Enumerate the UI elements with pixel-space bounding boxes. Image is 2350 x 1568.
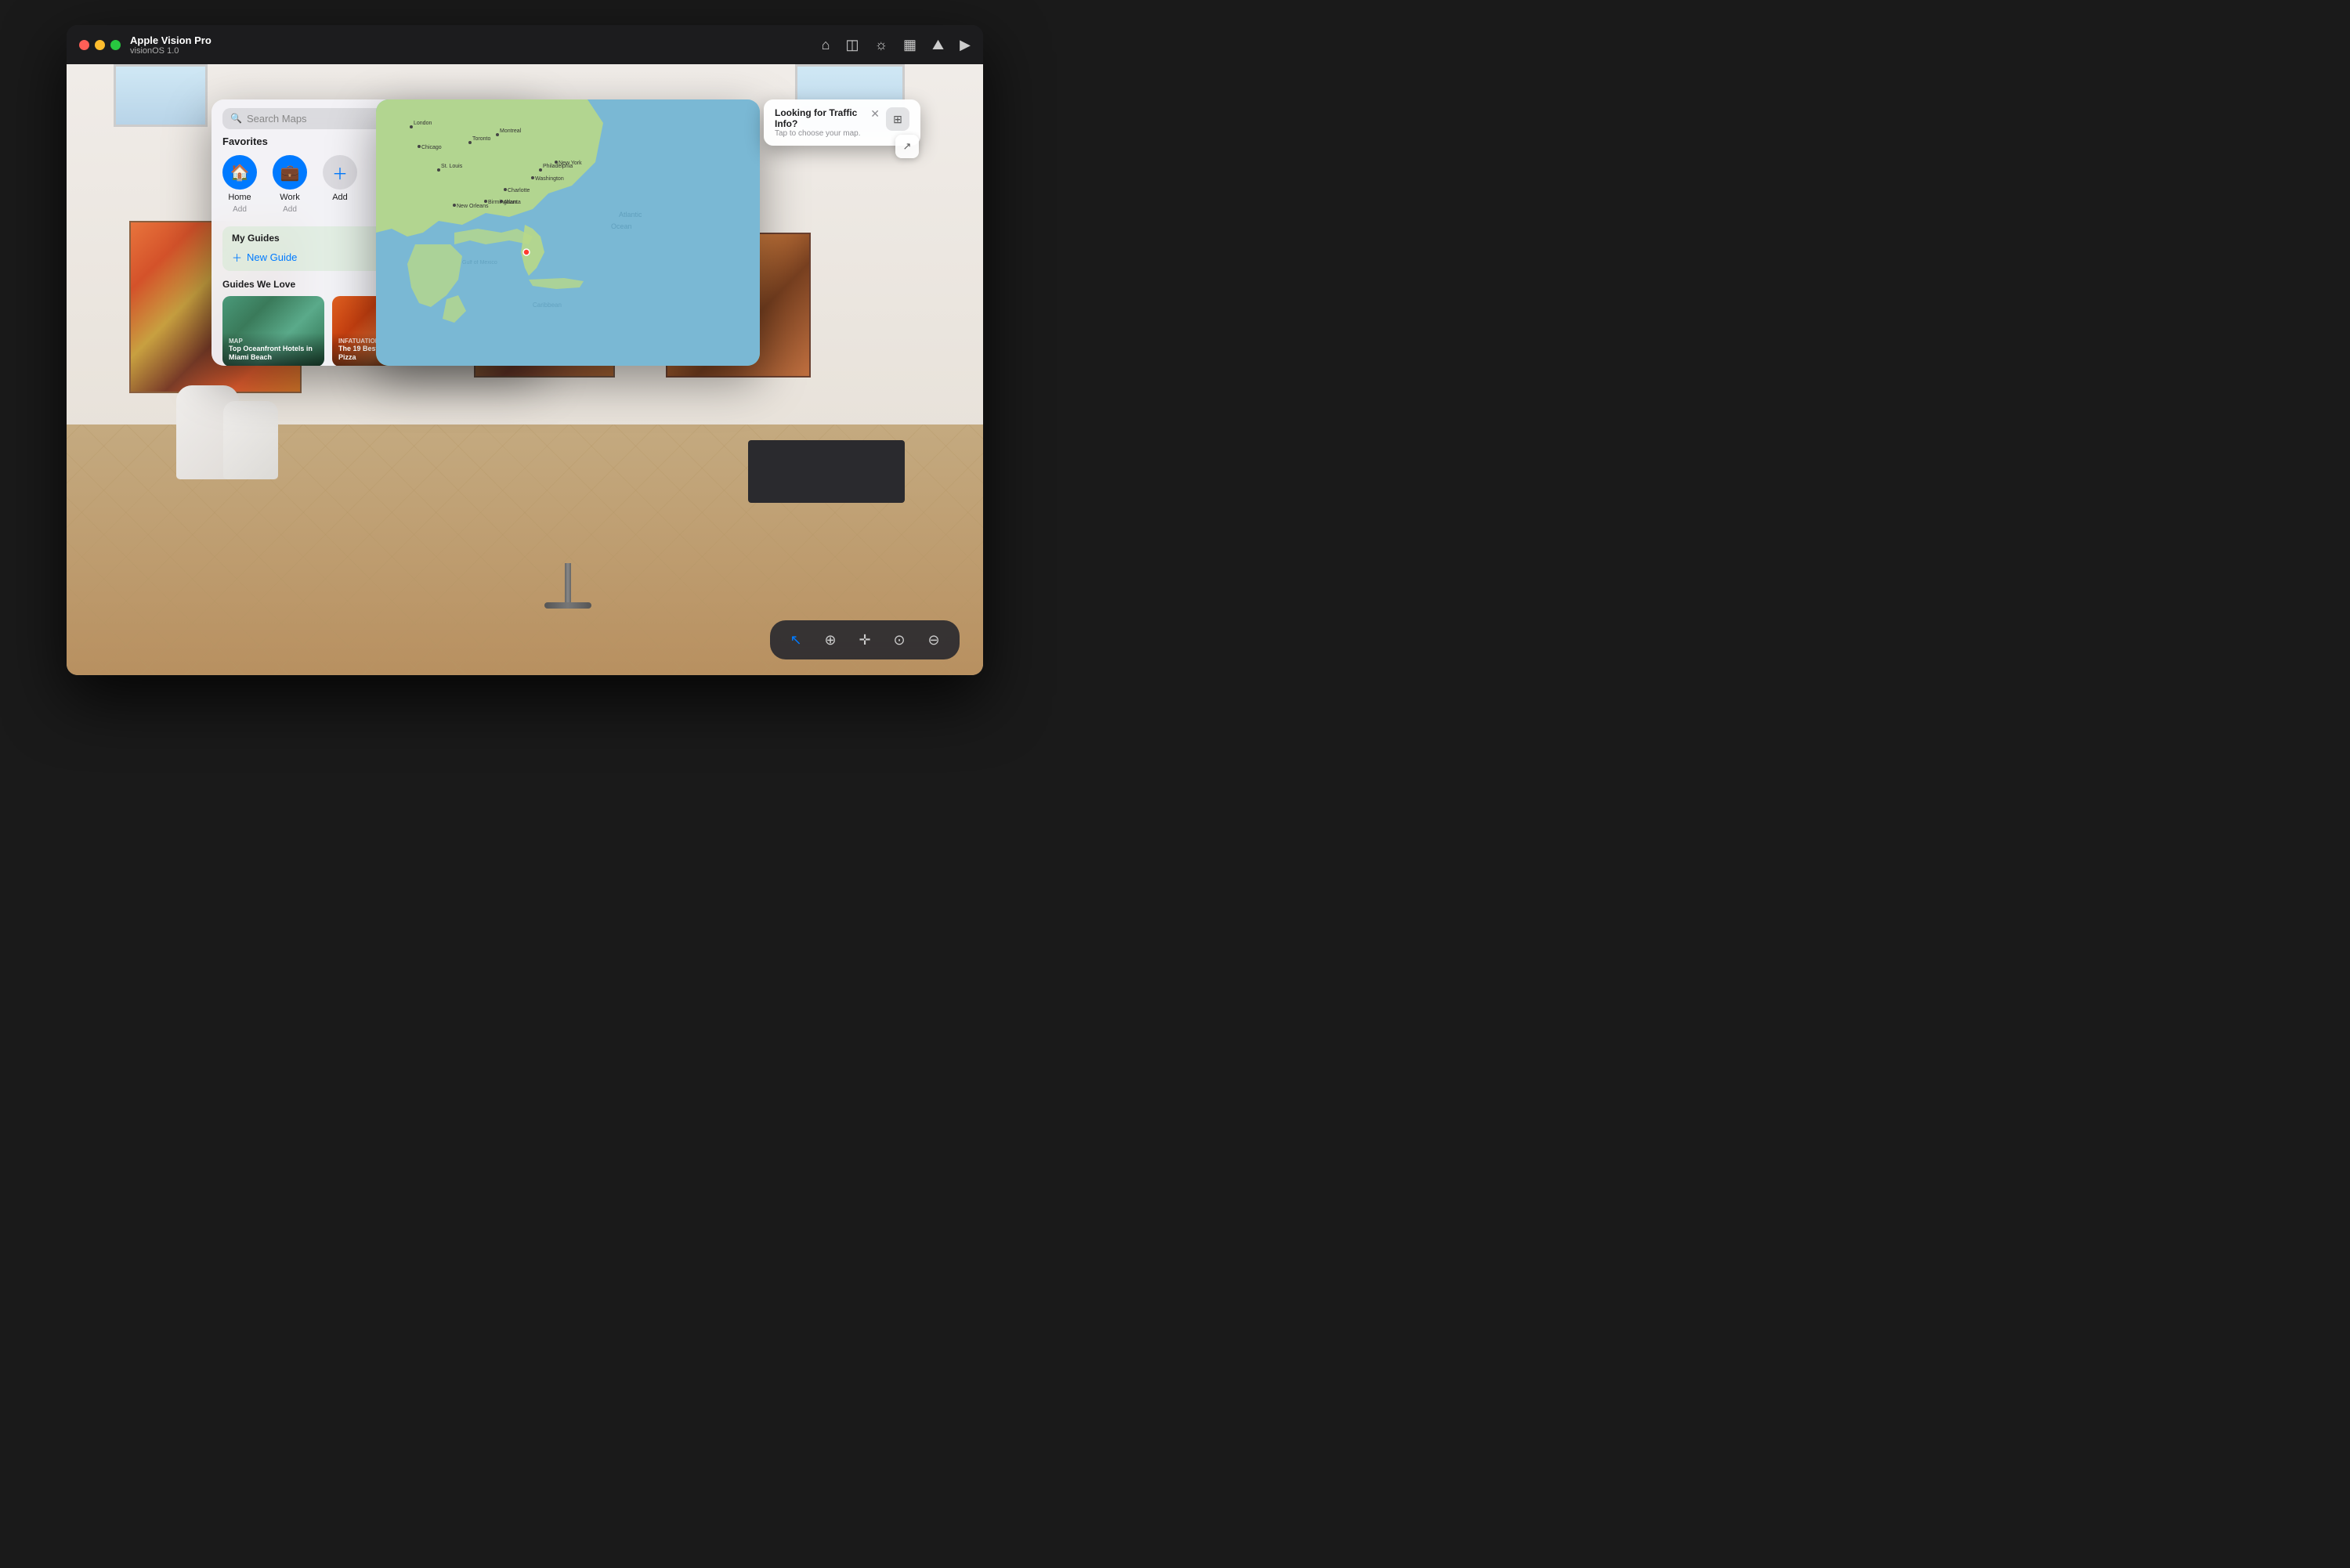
skylight-left: [114, 64, 208, 127]
grid-icon[interactable]: ▦: [903, 37, 916, 53]
app-name: Apple Vision Pro: [130, 34, 212, 46]
os-version: visionOS 1.0: [130, 46, 212, 56]
stand-pole: [565, 563, 571, 602]
map-area[interactable]: Atlantic Ocean Caribbean Gulf of Mexico …: [376, 99, 760, 366]
traffic-lights: [79, 40, 121, 50]
guide-miami-brand: MAP: [229, 338, 318, 345]
svg-text:Chicago: Chicago: [421, 145, 442, 150]
work-sublabel: Add: [283, 205, 297, 214]
svg-text:Philadelphia: Philadelphia: [543, 164, 573, 169]
map-svg: Atlantic Ocean Caribbean Gulf of Mexico …: [376, 99, 760, 366]
add-control-button[interactable]: ⊕: [817, 627, 844, 653]
traffic-subtitle: Tap to choose your map.: [775, 129, 864, 138]
svg-text:Birmingham: Birmingham: [488, 200, 518, 205]
favorite-add[interactable]: ＋ Add: [323, 155, 357, 214]
orbit-control-button[interactable]: ⊙: [886, 627, 913, 653]
home-icon-circle: 🏠: [222, 155, 257, 190]
svg-text:Ocean: Ocean: [611, 222, 632, 230]
svg-text:Atlantic: Atlantic: [619, 211, 642, 219]
favorites-title: Favorites: [222, 135, 268, 147]
favorite-home[interactable]: 🏠 Home Add: [222, 155, 257, 214]
work-icon-circle: 💼: [273, 155, 307, 190]
traffic-grid-button[interactable]: ⊞: [886, 107, 909, 131]
main-content: 🔍 Search Maps 👤 Favorites More 🏠 Home Ad…: [67, 64, 983, 675]
brightness-icon[interactable]: ☼: [875, 37, 888, 53]
favorite-work[interactable]: 💼 Work Add: [273, 155, 307, 214]
guide-card-miami[interactable]: MAP Top Oceanfront Hotels in Miami Beach: [222, 296, 324, 366]
svg-text:Toronto: Toronto: [472, 136, 490, 142]
guide-miami-title: Top Oceanfront Hotels in Miami Beach: [229, 345, 318, 362]
new-guide-label: New Guide: [247, 251, 297, 263]
map-controls: ↗: [895, 135, 919, 158]
bottom-controls: ↖ ⊕ ✛ ⊙ ⊖: [770, 620, 960, 659]
traffic-close-button[interactable]: ✕: [870, 107, 880, 121]
bench: [748, 440, 905, 503]
guide-miami-overlay: MAP Top Oceanfront Hotels in Miami Beach: [222, 333, 324, 366]
traffic-title: Looking for Traffic Info?: [775, 107, 864, 129]
svg-text:Montreal: Montreal: [500, 128, 522, 134]
landscape-icon[interactable]: ⛰: [932, 37, 944, 53]
search-icon: 🔍: [230, 113, 242, 124]
title-info: Apple Vision Pro visionOS 1.0: [130, 34, 212, 56]
cursor-control-button[interactable]: ↖: [783, 627, 809, 653]
home-icon[interactable]: ⌂: [822, 37, 830, 53]
traffic-banner-text: Looking for Traffic Info? Tap to choose …: [775, 107, 864, 138]
home-label: Home: [228, 193, 251, 202]
title-bar: Apple Vision Pro visionOS 1.0 ⌂ ◫ ☼ ▦ ⛰ …: [67, 25, 983, 64]
zoom-control-button[interactable]: ⊖: [920, 627, 947, 653]
minimize-button[interactable]: [95, 40, 105, 50]
add-label: Add: [332, 193, 348, 202]
svg-text:St. Louis: St. Louis: [441, 164, 463, 169]
svg-text:Caribbean: Caribbean: [533, 302, 562, 309]
svg-text:Washington: Washington: [535, 176, 564, 182]
map-background: Atlantic Ocean Caribbean Gulf of Mexico …: [376, 99, 760, 366]
video-icon[interactable]: ▶: [960, 37, 971, 53]
add-icon-circle: ＋: [323, 155, 357, 190]
plus-icon: ＋: [232, 250, 242, 265]
svg-text:New Orleans: New Orleans: [457, 204, 489, 209]
stand-base: [544, 602, 591, 609]
screenshot-icon[interactable]: ◫: [846, 37, 859, 53]
title-bar-right: ⌂ ◫ ☼ ▦ ⛰ ▶: [822, 37, 971, 53]
app-window: Apple Vision Pro visionOS 1.0 ⌂ ◫ ☼ ▦ ⛰ …: [67, 25, 983, 675]
svg-text:London: London: [414, 121, 432, 126]
svg-text:Charlotte: Charlotte: [508, 188, 530, 193]
work-label: Work: [280, 193, 299, 202]
maximize-button[interactable]: [110, 40, 121, 50]
move-control-button[interactable]: ✛: [851, 627, 878, 653]
svg-text:Gulf of Mexico: Gulf of Mexico: [462, 260, 497, 266]
map-stand: [376, 563, 760, 609]
sculpture-2: [223, 401, 278, 479]
title-bar-left: Apple Vision Pro visionOS 1.0: [79, 34, 212, 56]
home-sublabel: Add: [233, 205, 247, 214]
close-button[interactable]: [79, 40, 89, 50]
map-direction-button[interactable]: ↗: [895, 135, 919, 158]
